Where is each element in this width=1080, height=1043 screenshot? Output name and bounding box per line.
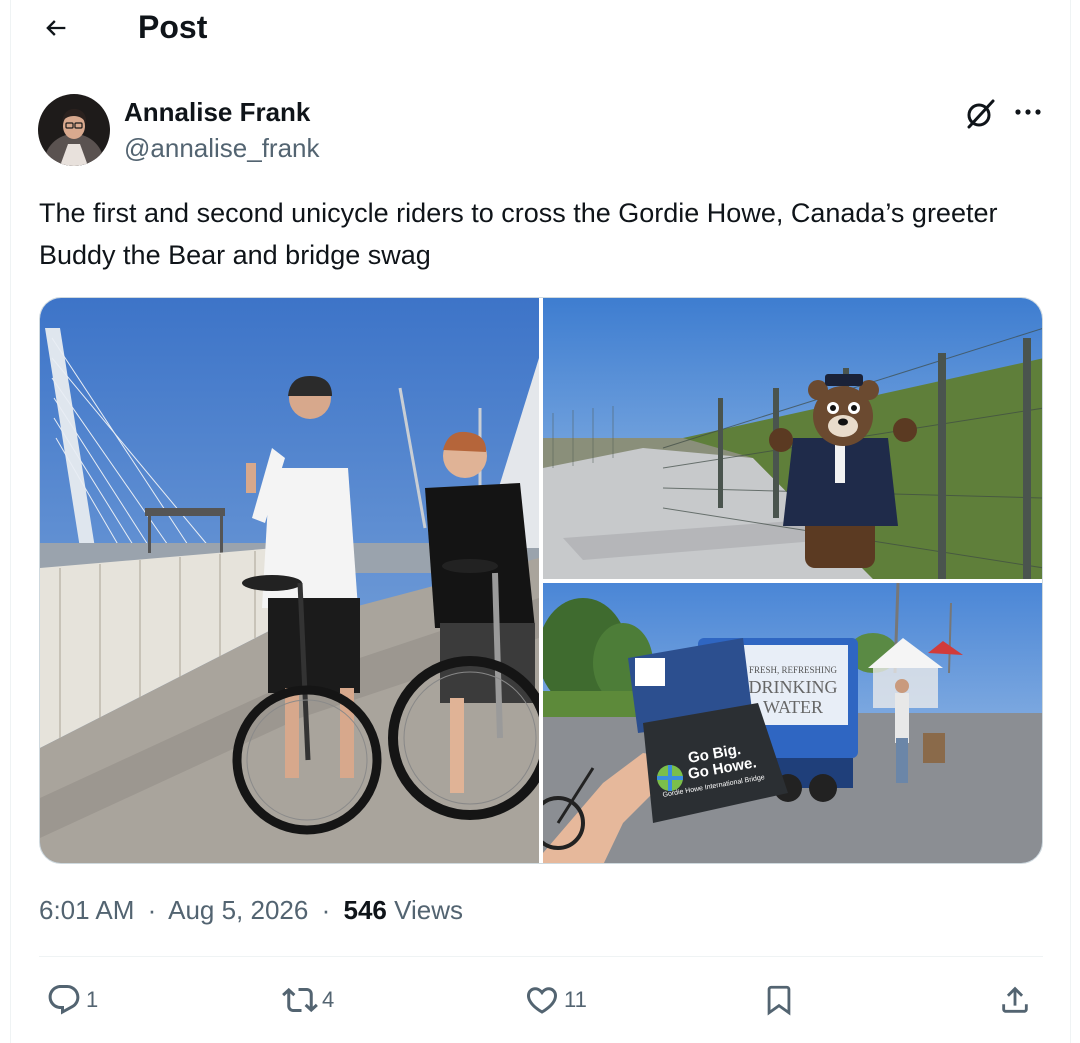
like-count: 11 — [564, 987, 587, 1012]
bear-photo — [543, 298, 1042, 579]
avatar[interactable] — [38, 94, 110, 166]
reply-button[interactable]: 1 — [46, 980, 98, 1020]
more-button[interactable] — [1008, 94, 1048, 130]
repost-button[interactable]: 4 — [282, 980, 334, 1020]
meta-separator: · — [147, 895, 157, 925]
author-name[interactable]: Annalise Frank — [124, 97, 310, 127]
page-title: Post — [138, 9, 208, 45]
avatar-image — [38, 94, 110, 166]
post-time[interactable]: 6:01 AM — [39, 895, 134, 925]
share-button[interactable] — [998, 980, 1032, 1020]
header: Post — [0, 0, 1080, 56]
reply-count: 1 — [86, 987, 99, 1012]
svg-text:WATER: WATER — [763, 697, 823, 717]
media-image-swag[interactable]: FRESH, REFRESHING DRINKING WATER Go Big.… — [543, 583, 1042, 863]
tweet-text: The first and second unicycle riders to … — [39, 198, 998, 270]
post-date[interactable]: Aug 5, 2026 — [168, 895, 308, 925]
meta-separator: · — [321, 895, 331, 925]
media-grid: FRESH, REFRESHING DRINKING WATER Go Big.… — [39, 297, 1043, 864]
views-label[interactable]: Views — [394, 895, 463, 925]
swag-photo: FRESH, REFRESHING DRINKING WATER Go Big.… — [543, 583, 1042, 863]
back-button[interactable] — [36, 8, 76, 48]
reply-icon — [48, 985, 80, 1015]
post-meta: 6:01 AM · Aug 5, 2026 · 546 Views — [39, 893, 463, 927]
grok-icon — [967, 99, 995, 129]
frame-border-left — [10, 0, 11, 1043]
media-image-bear[interactable] — [543, 298, 1042, 579]
bookmark-button[interactable] — [762, 980, 796, 1020]
repost-count: 4 — [322, 987, 335, 1012]
frame-border-right — [1070, 0, 1071, 1043]
heart-icon — [526, 987, 558, 1014]
like-button[interactable]: 11 — [524, 980, 587, 1020]
bookmark-icon — [767, 985, 791, 1016]
media-image-riders[interactable] — [40, 298, 539, 863]
divider — [39, 956, 1043, 957]
author-handle[interactable]: @annalise_frank — [124, 133, 320, 163]
grok-button[interactable] — [960, 94, 1000, 134]
views-count[interactable]: 546 — [343, 895, 386, 925]
share-icon — [1002, 986, 1028, 1013]
svg-text:FRESH, REFRESHING: FRESH, REFRESHING — [749, 665, 838, 675]
more-icon — [1015, 109, 1041, 115]
repost-icon — [282, 987, 318, 1013]
svg-text:DRINKING: DRINKING — [749, 677, 838, 697]
arrow-left-icon — [46, 20, 66, 36]
riders-photo — [40, 298, 539, 863]
